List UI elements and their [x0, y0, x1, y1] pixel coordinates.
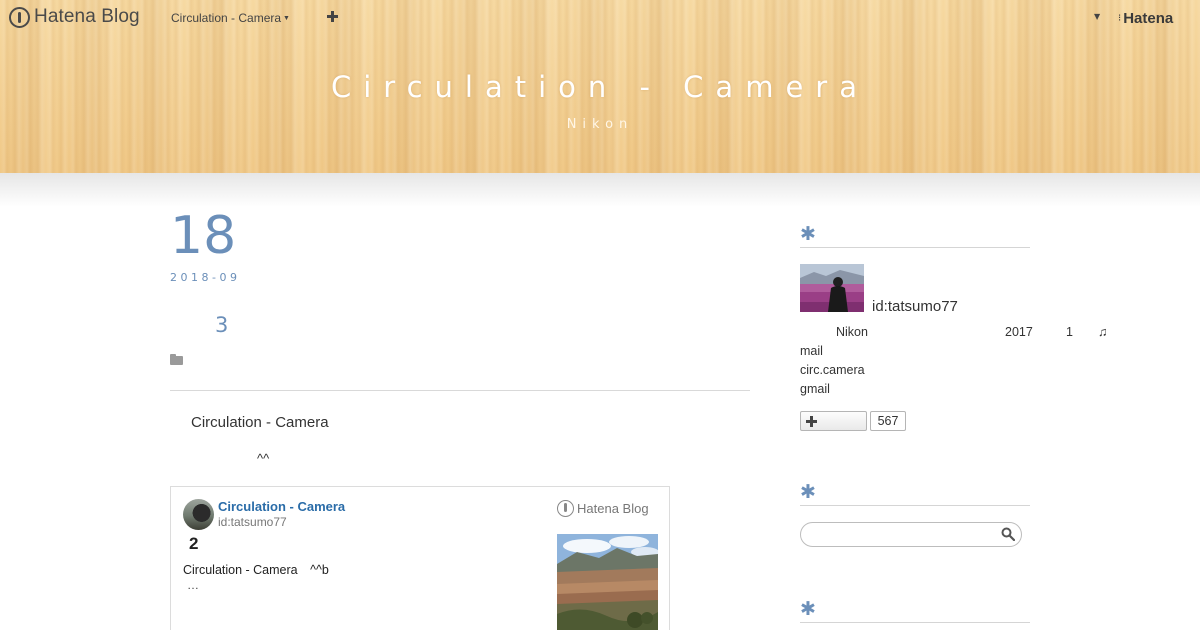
- hatena-pen-icon: [557, 500, 574, 517]
- entry-date-day[interactable]: 18: [170, 210, 236, 262]
- hatena-brand-link[interactable]: ⁝ Hatena: [1118, 10, 1173, 27]
- embedded-blog-card[interactable]: Circulation - Camera id:tatsumo77 Hatena…: [170, 486, 670, 630]
- follow-button[interactable]: [800, 411, 867, 431]
- profile-photo: [800, 264, 864, 312]
- search-icon[interactable]: [1001, 527, 1015, 541]
- hatena-dots-icon: ⁝: [1118, 13, 1122, 24]
- profile-year: 2017: [1005, 325, 1033, 339]
- blog-menu-label: Circulation - Camera: [171, 11, 282, 25]
- profile-contact-3: gmail: [800, 382, 830, 396]
- follower-count[interactable]: 567: [870, 411, 906, 431]
- card-thumbnail-image[interactable]: [557, 534, 658, 630]
- card-hatena-blog-logo[interactable]: Hatena Blog: [557, 500, 649, 517]
- profile-avatar-image[interactable]: [800, 264, 864, 312]
- profile-heading-icon: ✱: [800, 223, 816, 245]
- hatena-pen-icon: [9, 6, 30, 28]
- card-logo-text: Hatena Blog: [577, 501, 649, 516]
- module-heading-icon: ✱: [800, 598, 816, 620]
- card-ellipsis: …: [187, 578, 199, 592]
- profile-heading-rule: [800, 247, 1030, 248]
- caret-down-icon: ▼: [283, 15, 290, 23]
- entry-date-year-month[interactable]: 2018-09: [170, 271, 240, 284]
- entry-title[interactable]: 3: [215, 313, 228, 337]
- entry-body-line-2: ^^: [257, 451, 270, 466]
- profile-count: 1: [1066, 325, 1073, 339]
- folder-icon: [170, 354, 183, 365]
- header-shadow: [0, 173, 1200, 207]
- profile-user-id[interactable]: id:tatsumo77: [872, 298, 958, 315]
- search-heading-rule: [800, 505, 1030, 506]
- search-heading-icon: ✱: [800, 481, 816, 503]
- entry-body-line-1: Circulation - Camera: [191, 414, 329, 431]
- search-input[interactable]: [800, 522, 1022, 547]
- logo-text: Hatena Blog: [34, 6, 140, 27]
- avatar[interactable]: [183, 499, 214, 530]
- entry-divider: [170, 390, 750, 391]
- card-user-id[interactable]: id:tatsumo77: [218, 515, 287, 529]
- plus-icon: [327, 11, 338, 22]
- blog-header: Hatena Blog Circulation - Camera ▼ ▼ ⁝ Ha…: [0, 0, 1200, 173]
- new-entry-button[interactable]: [327, 7, 338, 26]
- card-entry-title[interactable]: 2: [189, 534, 198, 554]
- card-excerpt: Circulation - Camera ^^b: [183, 563, 329, 577]
- user-menu-caret-icon[interactable]: ▼: [1094, 12, 1100, 21]
- blog-switch-menu[interactable]: Circulation - Camera ▼: [171, 11, 290, 25]
- music-note-icon: ♫: [1098, 325, 1108, 339]
- card-blog-title[interactable]: Circulation - Camera: [218, 499, 345, 514]
- module-heading-rule: [800, 622, 1030, 623]
- blog-description: Nikon: [566, 117, 634, 132]
- profile-contact-2: circ.camera: [800, 363, 865, 377]
- hatena-brand-text: Hatena: [1123, 10, 1174, 27]
- profile-camera: Nikon: [836, 325, 868, 339]
- city-landscape-image: [557, 534, 658, 630]
- plus-icon: [806, 416, 817, 427]
- hatena-blog-logo[interactable]: Hatena Blog: [9, 6, 140, 28]
- profile-contact-1: mail: [800, 344, 823, 358]
- global-header-bar: Hatena Blog Circulation - Camera ▼ ▼ ⁝ Ha…: [0, 0, 1200, 36]
- blog-title[interactable]: Circulation - Camera: [0, 70, 1200, 104]
